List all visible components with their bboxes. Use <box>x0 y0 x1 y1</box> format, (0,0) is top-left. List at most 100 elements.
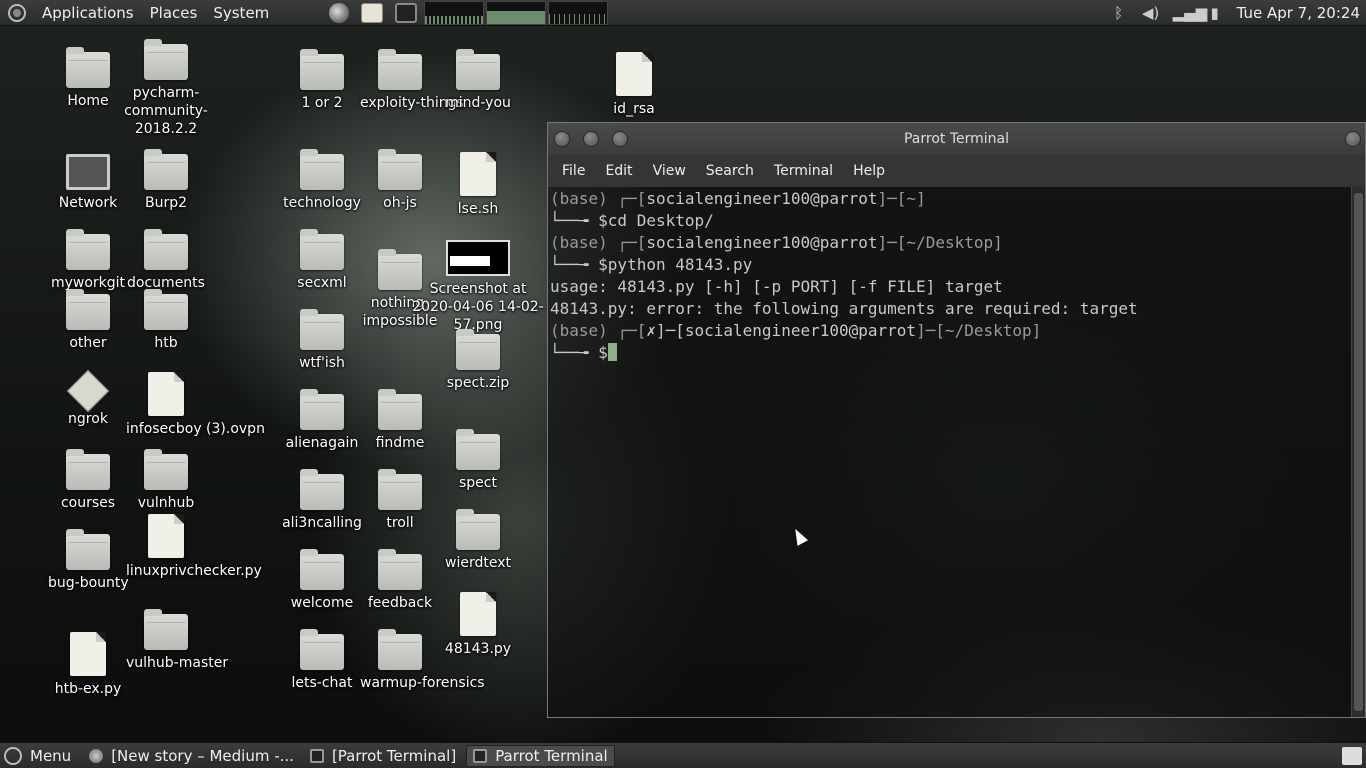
folder-icon <box>300 229 344 270</box>
menu-view[interactable]: View <box>643 155 696 187</box>
menu-places[interactable]: Places <box>142 0 206 26</box>
desktop-icon-wierdtext[interactable]: wierdtext <box>438 509 518 572</box>
desktop-icon-mind-you[interactable]: mind-you <box>438 49 518 112</box>
desktop-icon-warmup-forensics[interactable]: warmup-forensics <box>360 629 485 692</box>
folder-icon <box>300 49 344 90</box>
archive-icon <box>456 329 500 370</box>
task-label: [Parrot Terminal] <box>331 746 457 765</box>
volume-icon[interactable]: ◀) <box>1141 4 1161 22</box>
desktop-icon-htb[interactable]: htb <box>126 289 206 352</box>
desktop-icon-documents[interactable]: documents <box>126 229 206 292</box>
desktop-icon-oh-js[interactable]: oh-js <box>360 149 440 212</box>
desktop-icon-ali3ncalling[interactable]: ali3ncalling <box>282 469 362 532</box>
browser-launcher-icon[interactable] <box>329 2 350 23</box>
desktop-icon-linuxprivchecker[interactable]: linuxprivchecker.py <box>126 514 262 580</box>
menu-edit[interactable]: Edit <box>595 155 642 187</box>
folder-icon <box>378 549 422 590</box>
image-thumbnail-icon <box>446 240 510 276</box>
clock[interactable]: Tue Apr 7, 20:24 <box>1231 4 1366 22</box>
bluetooth-icon[interactable]: ᛒ <box>1109 4 1129 22</box>
maximize-icon[interactable] <box>612 131 628 147</box>
desktop-icon-courses[interactable]: courses <box>48 449 128 512</box>
desktop-icon-network[interactable]: Network <box>48 154 128 212</box>
folder-icon <box>378 149 422 190</box>
input-line[interactable]: └──╼ $ <box>550 342 1349 364</box>
memory-monitor-graph[interactable] <box>486 0 547 25</box>
menu-terminal[interactable]: Terminal <box>764 155 843 187</box>
desktop-icon-1or2[interactable]: 1 or 2 <box>282 49 362 112</box>
icon-label: warmup-forensics <box>360 675 485 691</box>
desktop-icon-spect-zip[interactable]: spect.zip <box>438 329 518 392</box>
icon-label: infosecboy (3).ovpn <box>126 421 265 437</box>
text-editor-launcher-icon[interactable] <box>361 2 384 23</box>
prompt-line: (base) ┌─[✗]─[socialengineer100@parrot]─… <box>550 321 1042 340</box>
desktop-icon-ngrok[interactable]: ngrok <box>48 369 128 428</box>
desktop-icon-spect[interactable]: spect <box>438 429 518 492</box>
terminal-output[interactable]: (base) ┌─[socialengineer100@parrot]─[~] … <box>548 187 1351 717</box>
desktop-icon-alienagain[interactable]: alienagain <box>282 389 362 452</box>
icon-label: lse.sh <box>457 201 499 217</box>
close-icon[interactable] <box>554 131 570 147</box>
icon-label: Network <box>58 195 118 211</box>
home-folder-icon <box>66 47 110 88</box>
desktop-icon-welcome[interactable]: welcome <box>282 549 362 612</box>
desktop-icon-other[interactable]: other <box>48 289 128 352</box>
terminal-launcher-icon[interactable] <box>395 2 418 23</box>
scrollbar-thumb[interactable] <box>1354 193 1363 711</box>
desktop-icon-screenshot[interactable]: Screenshot at 2020-04-06 14-02-57.png <box>412 240 544 334</box>
menu-file[interactable]: File <box>552 155 595 187</box>
desktop-icon-48143-py[interactable]: 48143.py <box>438 592 518 658</box>
icon-label: vulhub-master <box>126 655 229 671</box>
taskbar-item-terminal-1[interactable]: [Parrot Terminal] <box>304 745 462 767</box>
icon-label: other <box>69 335 107 351</box>
desktop-icon-bug-bounty[interactable]: bug-bounty <box>48 529 129 592</box>
terminal-titlebar[interactable]: Parrot Terminal <box>548 123 1365 155</box>
taskbar-item-browser[interactable]: [New story – Medium -... <box>83 745 300 767</box>
battery-icon[interactable]: ▮ <box>1205 4 1225 22</box>
parrot-logo-icon[interactable] <box>8 3 26 22</box>
desktop-icon-pycharm[interactable]: pycharm-community-2018.2.2 <box>124 39 208 138</box>
desktop-icon-lets-chat[interactable]: lets-chat <box>282 629 362 692</box>
desktop-icon-secxml[interactable]: secxml <box>282 229 362 292</box>
taskbar-item-terminal-2[interactable]: Parrot Terminal <box>466 744 615 767</box>
network-monitor-graph[interactable] <box>548 0 609 25</box>
icon-label: myworkgit <box>50 275 126 291</box>
desktop-icon-feedback[interactable]: feedback <box>360 549 440 612</box>
prompt-line: (base) ┌─[socialengineer100@parrot]─[~/D… <box>550 233 1003 252</box>
terminal-scrollbar[interactable] <box>1351 187 1365 717</box>
desktop-icon-burp2[interactable]: Burp2 <box>126 149 206 212</box>
folder-icon <box>300 469 344 510</box>
folder-icon <box>300 389 344 430</box>
desktop-icon-technology[interactable]: technology <box>282 149 362 212</box>
desktop-icon-vulnhub[interactable]: vulnhub <box>126 449 206 512</box>
desktop-icon-wtfish[interactable]: wtf'ish <box>282 309 362 372</box>
menu-system[interactable]: System <box>205 0 277 26</box>
desktop-icon-findme[interactable]: findme <box>360 389 440 452</box>
network-signal-icon[interactable]: ▂▄▆ <box>1173 4 1208 22</box>
terminal-window[interactable]: Parrot Terminal File Edit View Search Te… <box>547 122 1366 718</box>
window-menu-icon[interactable] <box>1345 131 1361 147</box>
icon-label: documents <box>127 275 205 291</box>
icon-label: technology <box>283 195 361 211</box>
minimize-icon[interactable] <box>583 131 599 147</box>
desktop-icon-htb-ex[interactable]: htb-ex.py <box>48 632 128 698</box>
menu-search[interactable]: Search <box>696 155 764 187</box>
system-tray: ᛒ ◀) ▂▄▆ ▮ Tue Apr 7, 20:24 <box>1103 4 1366 22</box>
desktop-icon-troll[interactable]: troll <box>360 469 440 532</box>
desktop-icon-myworkgit[interactable]: myworkgit <box>48 229 128 292</box>
terminal-icon <box>309 748 324 763</box>
folder-icon <box>378 469 422 510</box>
desktop-icon-vulhub-master[interactable]: vulhub-master <box>126 609 229 672</box>
desktop-icon-exploity-things[interactable]: exploity-things <box>360 49 464 112</box>
desktop-icon-ovpn[interactable]: infosecboy (3).ovpn <box>126 372 265 438</box>
cpu-monitor-graph[interactable] <box>424 0 485 25</box>
folder-icon <box>144 609 188 650</box>
show-desktop-icon[interactable] <box>1342 746 1362 765</box>
desktop-icon-lse-sh[interactable]: lse.sh <box>438 152 518 218</box>
folder-icon <box>66 229 110 270</box>
menu-button[interactable]: Menu <box>0 746 83 765</box>
menu-help[interactable]: Help <box>843 155 895 187</box>
desktop-icon-id-rsa[interactable]: id_rsa <box>594 52 674 118</box>
menu-applications[interactable]: Applications <box>34 0 142 26</box>
file-icon <box>70 632 106 676</box>
